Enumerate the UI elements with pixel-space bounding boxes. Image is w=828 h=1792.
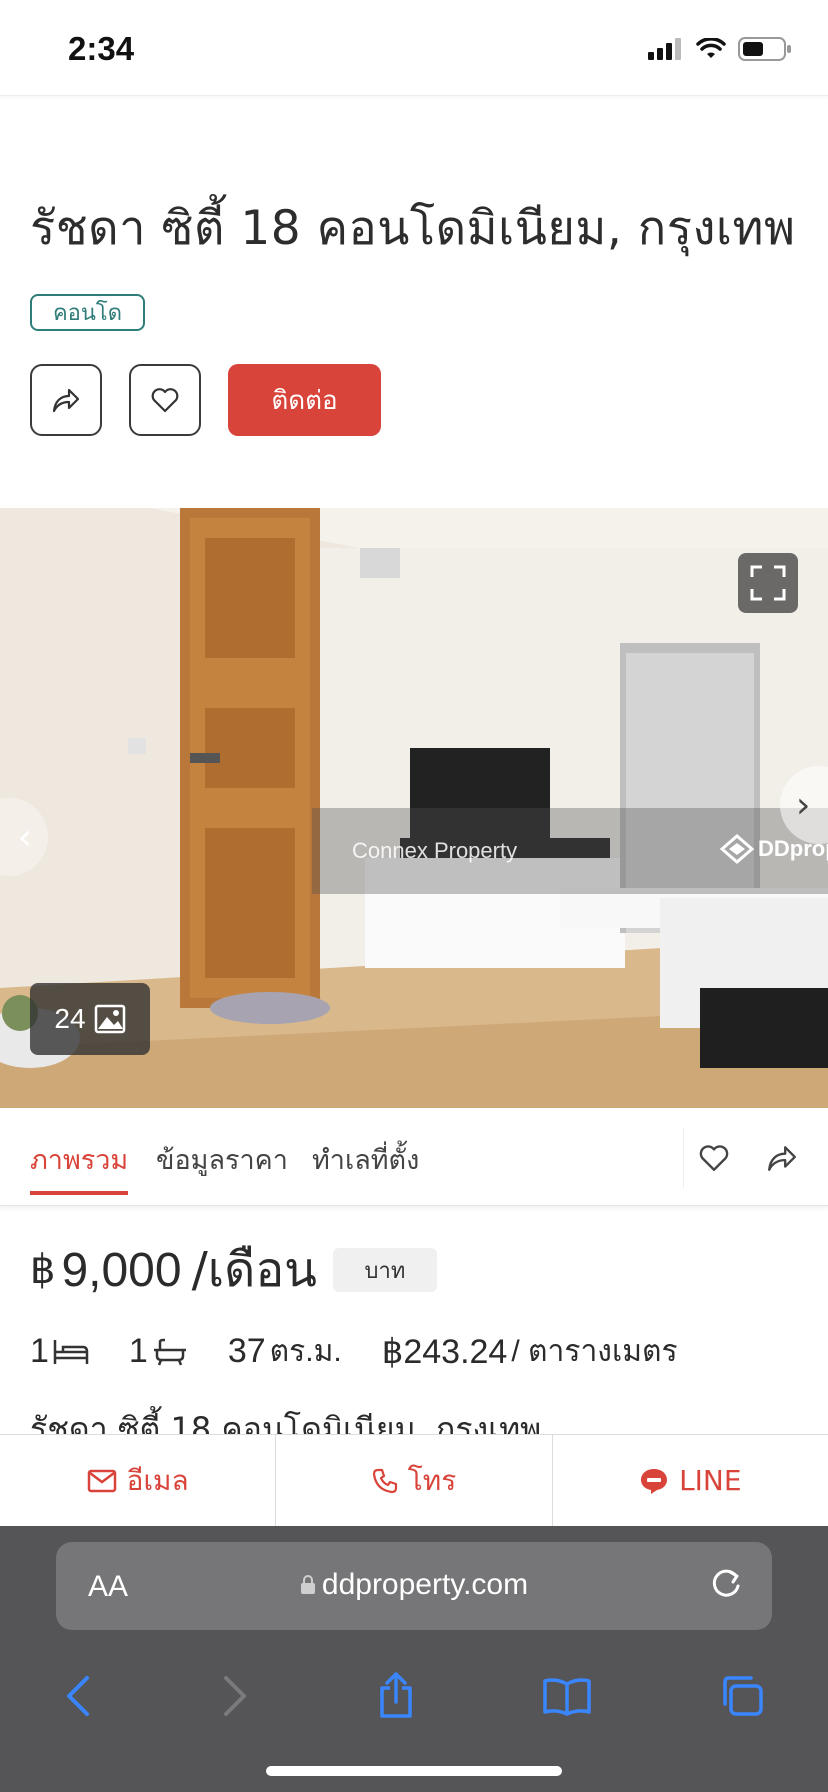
browser-chrome: AA ddproperty.com — [0, 1526, 828, 1792]
area-unit: ตร.ม. — [269, 1335, 342, 1368]
heart-icon[interactable] — [698, 1143, 730, 1173]
browser-toolbar — [0, 1656, 828, 1736]
photo-count-badge[interactable]: 24 — [30, 983, 150, 1055]
expand-icon — [750, 565, 786, 601]
heart-icon — [151, 388, 179, 413]
photo-gallery[interactable]: Connex Property DDprop ‹ › 24 — [0, 508, 828, 1108]
section-tabs: ภาพรวม ข้อมูลราคา ทำเลที่ตั้ง — [0, 1108, 828, 1206]
bookmarks-icon[interactable] — [542, 1676, 592, 1716]
email-label: อีเมล — [126, 1463, 189, 1497]
battery-icon — [738, 37, 791, 61]
tab-overview[interactable]: ภาพรวม — [30, 1138, 129, 1195]
back-icon[interactable] — [63, 1674, 93, 1718]
url-bar[interactable]: AA ddproperty.com — [56, 1542, 772, 1630]
reload-icon[interactable] — [706, 1564, 746, 1604]
call-label: โทร — [407, 1463, 457, 1497]
image-icon — [94, 1004, 125, 1034]
bedrooms-spec: 1 — [30, 1332, 89, 1371]
specs-row: 1 1 37 ตร.ม. ฿243.24 / ตารางเมตร — [30, 1328, 718, 1375]
call-button[interactable]: โทร — [276, 1435, 553, 1526]
status-time: 2:34 — [68, 30, 135, 67]
contact-button[interactable]: ติดต่อ — [228, 364, 381, 436]
bed-icon — [53, 1339, 89, 1364]
property-type-badge: คอนโด — [30, 294, 145, 331]
watermark-text: Connex Property — [352, 838, 518, 863]
fullscreen-button[interactable] — [738, 553, 798, 613]
listing-action-row: ติดต่อ — [30, 364, 381, 436]
price-unit: /เดือน — [191, 1242, 317, 1298]
tab-location[interactable]: ทำเลที่ตั้ง — [312, 1138, 419, 1191]
url-text[interactable]: ddproperty.com — [56, 1568, 772, 1602]
line-button[interactable]: LINE — [553, 1435, 828, 1526]
share-button[interactable] — [30, 364, 102, 436]
status-bar: 2:34 — [0, 0, 828, 96]
contact-bar: อีเมล โทร LINE — [0, 1434, 828, 1526]
area-spec: 37 ตร.ม. — [228, 1328, 342, 1375]
tab-price-info[interactable]: ข้อมูลราคา — [156, 1138, 288, 1191]
bedrooms-count: 1 — [30, 1332, 49, 1370]
listing-subtitle: รัชดา ซิตี้ 18 คอนโดมิเนียม, กรุงเทพ — [30, 1410, 542, 1436]
tabs-icon[interactable] — [719, 1674, 765, 1718]
signal-icon — [648, 38, 681, 60]
page-title: รัชดา ซิตี้ 18 คอนโดมิเนียม, กรุงเทพ — [30, 201, 796, 256]
ddproperty-logo-icon — [720, 834, 754, 864]
chevron-left-icon: ‹ — [17, 816, 32, 858]
lock-icon — [300, 1575, 315, 1594]
phone-icon — [372, 1468, 397, 1493]
currency-selector[interactable]: บาท — [332, 1248, 437, 1292]
price-value: 9,000 — [61, 1243, 182, 1297]
wifi-icon — [696, 38, 726, 58]
mail-icon — [87, 1469, 116, 1492]
favorite-button[interactable] — [129, 364, 201, 436]
share-sheet-icon[interactable] — [376, 1672, 416, 1720]
line-label: LINE — [679, 1464, 742, 1497]
photo-count-value: 24 — [54, 1003, 86, 1034]
email-button[interactable]: อีเมล — [0, 1435, 277, 1526]
chevron-right-icon: › — [796, 784, 811, 826]
area-value: 37 — [227, 1332, 266, 1370]
bathtub-icon — [153, 1338, 186, 1365]
share-icon[interactable] — [766, 1143, 798, 1173]
price-per-sqm-spec: ฿243.24 / ตารางเมตร — [382, 1328, 678, 1375]
url-domain: ddproperty.com — [321, 1568, 529, 1601]
bathrooms-spec: 1 — [129, 1332, 188, 1371]
price-per-sqm-value: ฿243.24 — [381, 1332, 508, 1371]
home-indicator[interactable] — [266, 1766, 562, 1776]
price-per-sqm-unit: / ตารางเมตร — [511, 1335, 678, 1368]
tabs-actions — [683, 1128, 798, 1188]
forward-icon[interactable] — [220, 1674, 250, 1718]
price-row: ฿ 9,000 /เดือน บาท — [30, 1232, 437, 1308]
line-app-icon — [641, 1468, 668, 1494]
bathrooms-count: 1 — [128, 1332, 148, 1370]
share-icon — [52, 388, 80, 413]
status-icons — [648, 36, 792, 62]
price-currency-symbol: ฿ — [30, 1247, 56, 1293]
